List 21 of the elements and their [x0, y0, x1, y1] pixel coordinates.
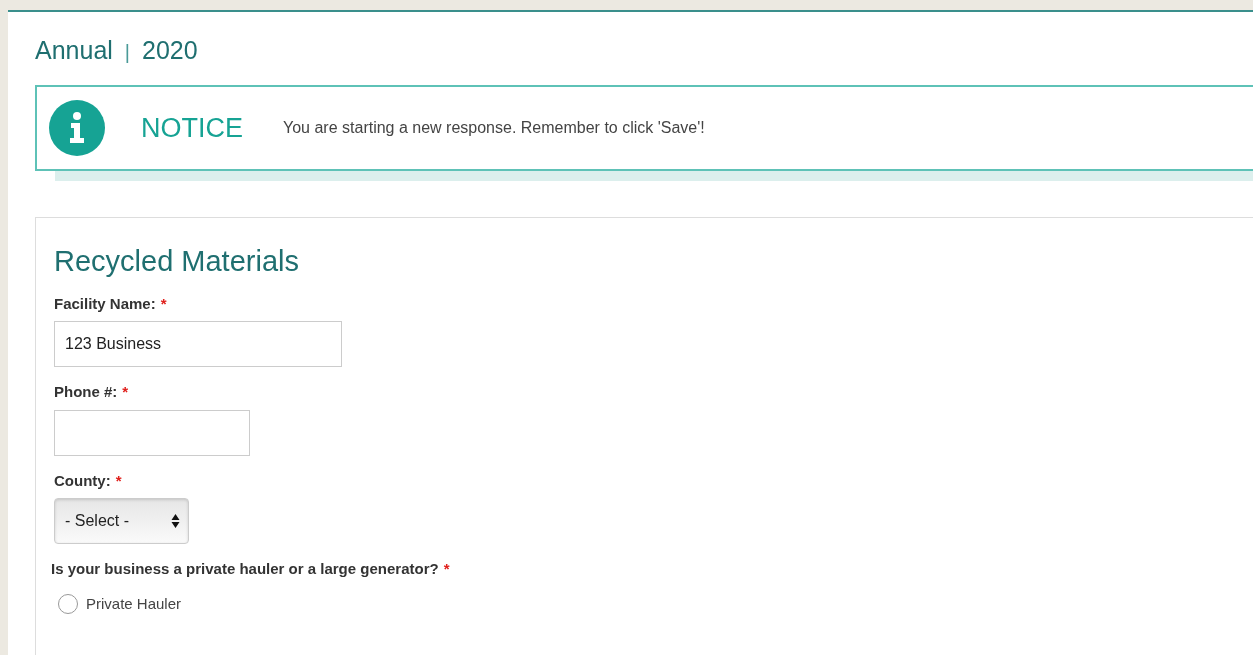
- required-asterisk: *: [160, 294, 167, 312]
- radio-button[interactable]: [58, 594, 78, 615]
- field-label: Phone #:: [54, 383, 118, 401]
- notice-title: NOTICE: [141, 111, 243, 145]
- field-label: Facility Name:: [54, 294, 156, 312]
- header-year: 2020: [142, 38, 198, 63]
- notice-message: You are starting a new response. Remember to click 'Save'!: [283, 118, 705, 138]
- form-title: Recycled Materials: [54, 244, 300, 279]
- required-asterisk: *: [443, 560, 450, 578]
- required-asterisk: *: [115, 471, 122, 489]
- header-period: Annual: [35, 38, 113, 63]
- text-field[interactable]: [54, 409, 250, 456]
- sort-arrows-icon: [171, 513, 180, 530]
- text-field[interactable]: 123 Business: [54, 321, 342, 368]
- field-label: County:: [54, 471, 111, 489]
- required-asterisk: *: [122, 383, 129, 401]
- header-separator: |: [124, 42, 131, 62]
- field-label: Is your business a private hauler or a large generator?: [51, 560, 439, 578]
- info-icon: [49, 100, 105, 156]
- county-select[interactable]: - Select -: [54, 498, 189, 545]
- radio-label: Private Hauler: [86, 593, 182, 614]
